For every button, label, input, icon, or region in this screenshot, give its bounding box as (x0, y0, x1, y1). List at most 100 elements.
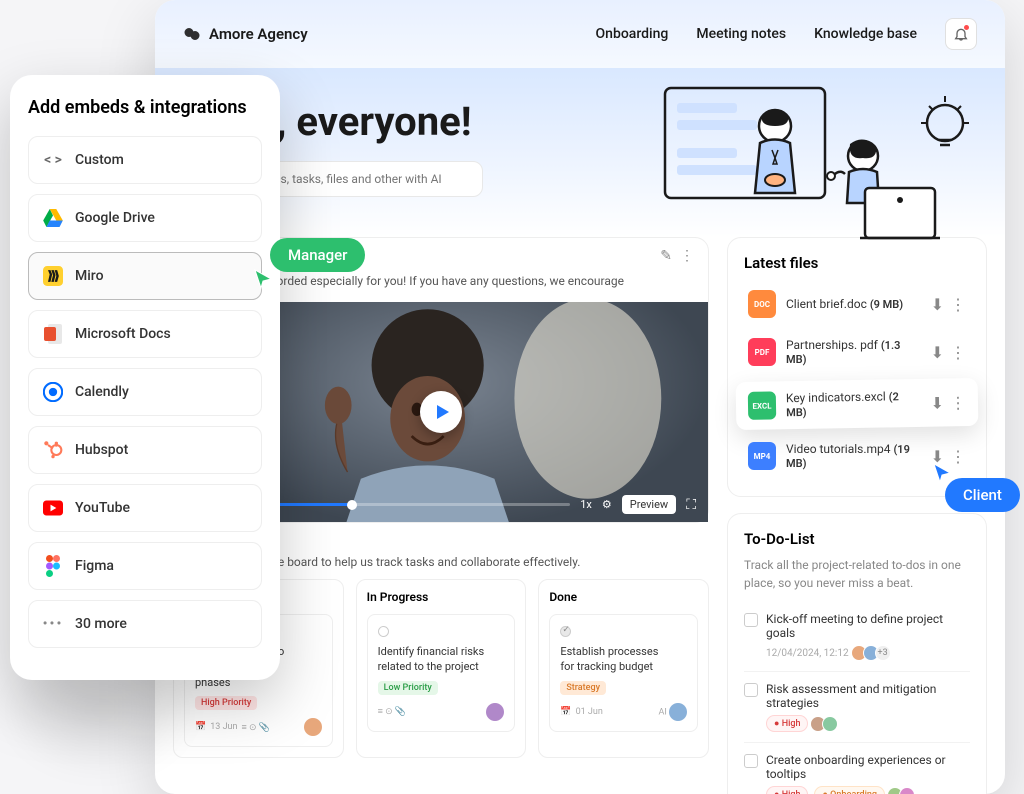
brand: Amore Agency (183, 25, 308, 43)
download-icon[interactable]: ⬇ (930, 393, 944, 412)
manager-badge: Manager (270, 238, 365, 272)
more-icon[interactable]: ⋮ (950, 343, 966, 362)
card-date: 📅 01 Jun (560, 707, 602, 717)
brand-name: Amore Agency (209, 25, 308, 43)
embed-label: Figma (75, 558, 114, 574)
microsoft-docs-icon (43, 324, 63, 344)
card-date: 📅 13 Jun ≡ ⊙ 📎 (195, 722, 270, 733)
figma-icon (43, 556, 63, 576)
play-icon (437, 405, 449, 419)
video-settings-icon[interactable]: ⚙ (602, 498, 612, 511)
embed-item-google-drive[interactable]: Google Drive (28, 194, 262, 242)
card-radio-icon[interactable] (378, 626, 389, 637)
board-col-progress: In Progress Identify financial risks rel… (356, 579, 527, 758)
embed-item-more[interactable]: ••• 30 more (28, 600, 262, 648)
video-speed[interactable]: 1x (580, 498, 592, 511)
embeds-title: Add embeds & integrations (28, 97, 262, 118)
file-name: Client brief.doc (9 MB) (786, 297, 921, 311)
card-meta-icons: ≡ ⊙ 📎 (378, 706, 406, 717)
embed-label: Miro (75, 268, 104, 284)
avatar (304, 718, 322, 736)
file-item[interactable]: PDF Partnerships. pdf (1.3 MB) ⬇⋮ (744, 328, 970, 376)
priority-tag: High Priority (195, 696, 257, 710)
card-text: Establish processes for tracking budget (560, 644, 667, 675)
embed-label: Google Drive (75, 210, 155, 226)
app-window: Amore Agency Onboarding Meeting notes Kn… (155, 0, 1005, 794)
board-col-done: Done Establish processes for tracking bu… (538, 579, 709, 758)
embed-label: Custom (75, 152, 124, 168)
preview-button[interactable]: Preview (622, 495, 676, 514)
notification-dot-icon (964, 25, 969, 30)
embed-item-calendly[interactable]: Calendly (28, 368, 262, 416)
todo-checkbox[interactable] (744, 683, 758, 697)
todo-title: To-Do-List (744, 530, 970, 548)
todo-text: Kick-off meeting to define project goals (766, 612, 970, 640)
todo-checkbox[interactable] (744, 613, 758, 627)
excel-file-icon: EXCL (748, 391, 776, 419)
embed-item-figma[interactable]: Figma (28, 542, 262, 590)
more-icon[interactable]: ⋮ (950, 393, 966, 412)
mp4-file-icon: MP4 (748, 442, 776, 470)
todo-panel: To-Do-List Track all the project-related… (727, 513, 987, 794)
file-item[interactable]: DOC Client brief.doc (9 MB) ⬇ ⋮ (744, 280, 970, 328)
todo-text: Risk assessment and mitigation strategie… (766, 682, 970, 710)
play-button[interactable] (420, 391, 462, 433)
hubspot-icon (43, 440, 63, 460)
todo-item[interactable]: Create onboarding experiences or tooltip… (744, 743, 970, 794)
card-ai-label: AI (658, 703, 687, 721)
avatars (814, 716, 838, 732)
more-icon[interactable]: ⋮ (950, 447, 966, 466)
nav-meeting-notes[interactable]: Meeting notes (696, 26, 786, 42)
avatars: +3 (855, 645, 891, 661)
file-item-highlighted[interactable]: EXCL Key indicators.excl (2 MB) ⬇⋮ (736, 378, 979, 430)
latest-files-panel: Latest files DOC Client brief.doc (9 MB)… (727, 237, 987, 497)
embed-label: Calendly (75, 384, 129, 400)
download-icon[interactable]: ⬇ (931, 295, 944, 314)
embed-item-custom[interactable]: < > Custom (28, 136, 262, 184)
card[interactable]: Identify financial risks related to the … (367, 614, 516, 732)
pdf-file-icon: PDF (748, 338, 776, 366)
todo-checkbox[interactable] (744, 754, 758, 768)
chip-onboarding: ● Onboarding (814, 786, 885, 794)
todo-subtitle: Track all the project-related to-dos in … (744, 556, 970, 592)
chip-high: ● High (766, 715, 808, 732)
miro-icon (43, 266, 63, 286)
topbar: Amore Agency Onboarding Meeting notes Kn… (155, 0, 1005, 68)
doc-file-icon: DOC (748, 290, 776, 318)
board-col-title: In Progress (367, 590, 516, 604)
hero-illustration (655, 78, 985, 268)
embed-item-microsoft-docs[interactable]: Microsoft Docs (28, 310, 262, 358)
google-drive-icon (43, 208, 63, 228)
card-radio-done-icon[interactable] (560, 626, 571, 637)
avatar (486, 703, 504, 721)
embed-label: Hubspot (75, 442, 128, 458)
avatars (891, 787, 915, 794)
client-badge: Client (945, 478, 1020, 512)
card[interactable]: Establish processes for tracking budget … (549, 614, 698, 732)
embed-item-hubspot[interactable]: Hubspot (28, 426, 262, 474)
client-cursor-icon (932, 462, 952, 484)
fullscreen-icon[interactable]: ⛶ (686, 497, 696, 513)
embed-item-youtube[interactable]: YouTube (28, 484, 262, 532)
notifications-button[interactable] (945, 18, 977, 50)
todo-item[interactable]: Risk assessment and mitigation strategie… (744, 672, 970, 743)
video-progress[interactable] (267, 503, 570, 506)
board-col-title: Done (549, 590, 698, 604)
more-dots-icon: ••• (43, 614, 63, 634)
embed-label: YouTube (75, 500, 130, 516)
embed-label: Microsoft Docs (75, 326, 171, 342)
priority-tag: Strategy (560, 681, 606, 695)
nav-knowledge-base[interactable]: Knowledge base (814, 26, 917, 42)
brand-logo-icon (183, 25, 201, 43)
chip-high: ● High (766, 786, 808, 794)
embed-item-miro[interactable]: Miro (28, 252, 262, 300)
todo-item[interactable]: Kick-off meeting to define project goals… (744, 602, 970, 672)
code-icon: < > (43, 150, 63, 170)
card-text: Identify financial risks related to the … (378, 644, 485, 675)
nav-links: Onboarding Meeting notes Knowledge base (596, 18, 977, 50)
calendly-icon (43, 382, 63, 402)
download-icon[interactable]: ⬇ (931, 343, 944, 362)
nav-onboarding[interactable]: Onboarding (596, 26, 669, 42)
more-icon[interactable]: ⋮ (950, 295, 966, 314)
embeds-panel: Add embeds & integrations < > Custom Goo… (10, 75, 280, 680)
